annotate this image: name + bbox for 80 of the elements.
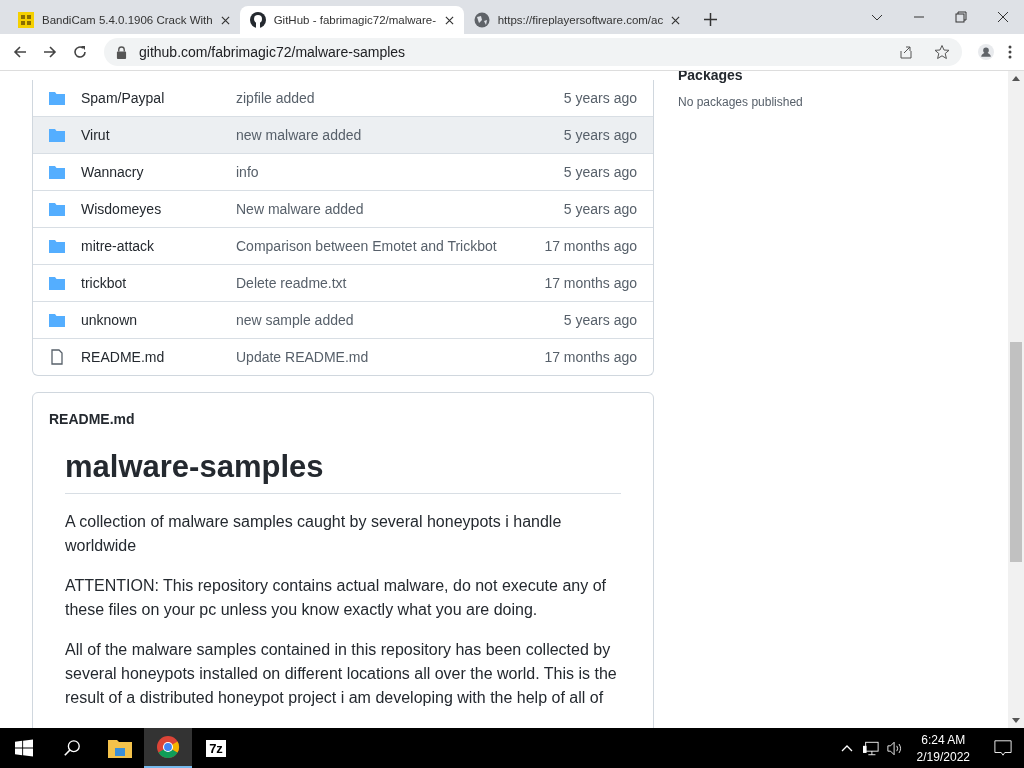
address-bar[interactable]: github.com/fabrimagic72/malware-samples	[104, 38, 962, 66]
new-tab-icon[interactable]	[704, 13, 718, 26]
commit-message-link[interactable]: zipfile added	[236, 90, 564, 106]
folder-icon	[49, 90, 65, 106]
commit-message-link[interactable]: info	[236, 164, 564, 180]
scrollbar[interactable]	[1008, 71, 1024, 728]
close-icon[interactable]	[671, 15, 681, 25]
file-row[interactable]: trickbot Delete readme.txt 17 months ago	[33, 264, 653, 301]
folder-icon	[49, 238, 65, 254]
packages-note: No packages published	[678, 95, 804, 109]
tab-title: GitHub - fabrimagic72/malware-	[273, 14, 437, 26]
commit-message-link[interactable]: new malware added	[236, 127, 564, 143]
folder-icon	[49, 312, 65, 328]
scroll-down-icon[interactable]	[1012, 718, 1020, 723]
readme-filename: README.md	[48, 410, 136, 429]
speaker-icon[interactable]	[886, 740, 903, 756]
file-row[interactable]: Wisdomeyes New malware added 5 years ago	[33, 190, 653, 227]
clock-time: 6:24 AM	[921, 732, 966, 747]
clock[interactable]: 6:24 AM 2/19/2022	[916, 732, 970, 764]
taskbar-app[interactable]	[144, 728, 192, 768]
commit-message-link[interactable]: Update README.md	[236, 349, 545, 365]
file-name-link[interactable]: trickbot	[81, 275, 236, 291]
browser-tab[interactable]: GitHub - fabrimagic72/malware-	[239, 6, 464, 34]
url-text: github.com/fabrimagic72/malware-samples	[139, 44, 406, 60]
commit-age: 17 months ago	[544, 275, 637, 291]
tab-title: https://fireplayersoftware.com/ac	[497, 14, 664, 26]
folder-icon	[49, 201, 65, 217]
browser-tab[interactable]: BandiCam 5.4.0.1906 Crack With	[8, 6, 240, 34]
commit-age: 17 months ago	[544, 349, 637, 365]
commit-age: 17 months ago	[544, 238, 637, 254]
folder-icon	[49, 127, 65, 143]
archive-app-icon: 7z	[206, 739, 226, 757]
folder-icon	[49, 164, 65, 180]
commit-age: 5 years ago	[563, 312, 637, 328]
close-icon[interactable]	[997, 11, 1009, 23]
file-row[interactable]: Wannacry info 5 years ago	[33, 153, 653, 190]
close-icon[interactable]	[220, 15, 230, 25]
restore-icon[interactable]	[955, 11, 967, 23]
file-name-link[interactable]: Spam/Paypal	[81, 90, 236, 106]
commit-message-link[interactable]: Delete readme.txt	[236, 275, 545, 291]
clock-date: 2/19/2022	[916, 749, 970, 764]
chrome-icon	[156, 736, 180, 758]
scroll-up-icon[interactable]	[1012, 76, 1020, 81]
commit-message-link[interactable]: new sample added	[236, 312, 564, 328]
commit-message-link[interactable]: New malware added	[236, 201, 564, 217]
readme-paragraph: A collection of malware samples caught by several honeypots i handle worldwide	[65, 512, 563, 556]
grid-icon	[18, 12, 34, 28]
file-row[interactable]: mitre-attack Comparison between Emotet and Trickbot 17 months ago	[33, 227, 653, 264]
file-name-link[interactable]: Wannacry	[81, 164, 236, 180]
file-name-link[interactable]: unknown	[81, 312, 236, 328]
share-icon[interactable]	[898, 44, 914, 60]
commit-age: 5 years ago	[563, 201, 637, 217]
file-row[interactable]: unknown new sample added 5 years ago	[33, 301, 653, 338]
browser-tab[interactable]: https://fireplayersoftware.com/ac	[463, 6, 691, 34]
network-icon[interactable]	[862, 740, 879, 756]
folder-icon	[49, 275, 65, 291]
file-name-link[interactable]: README.md	[81, 349, 236, 365]
commit-age: 5 years ago	[563, 90, 637, 106]
file-name-link[interactable]: mitre-attack	[81, 238, 236, 254]
tab-title: BandiCam 5.4.0.1906 Crack With	[42, 14, 213, 26]
globe-icon	[473, 12, 490, 28]
file-icon	[49, 349, 65, 365]
file-row[interactable]: README.md Update README.md 17 months ago	[33, 338, 653, 375]
commit-age: 5 years ago	[563, 164, 637, 180]
file-name-link[interactable]: Virut	[81, 127, 236, 143]
star-icon[interactable]	[934, 44, 950, 60]
taskbar-app[interactable]: 7z	[192, 728, 240, 768]
commit-message-link[interactable]: Comparison between Emotet and Trickbot	[236, 238, 545, 254]
folder-icon	[108, 737, 132, 759]
file-row[interactable]: Spam/Paypal zipfile added 5 years ago	[33, 80, 653, 116]
chevron-up-icon[interactable]	[840, 744, 853, 752]
readme-paragraph: ATTENTION: This repository contains actual malware, do not execute any of these files on your pc unless you know exactly what you are doing.	[65, 576, 607, 620]
commit-age: 5 years ago	[563, 127, 637, 143]
lock-icon	[116, 45, 127, 59]
readme-paragraph: All of the malware samples contained in this repository has been collected by several honeypots installed on different locations all over the world. This is the result of a distributed honeypot project i am developing with the help of all of	[65, 640, 618, 708]
file-row[interactable]: Virut new malware added 5 years ago	[33, 116, 653, 153]
scrollbar-thumb[interactable]	[1010, 342, 1022, 562]
close-icon[interactable]	[444, 15, 454, 25]
file-name-link[interactable]: Wisdomeyes	[81, 201, 236, 217]
readme-heading: malware-samples	[65, 449, 621, 494]
